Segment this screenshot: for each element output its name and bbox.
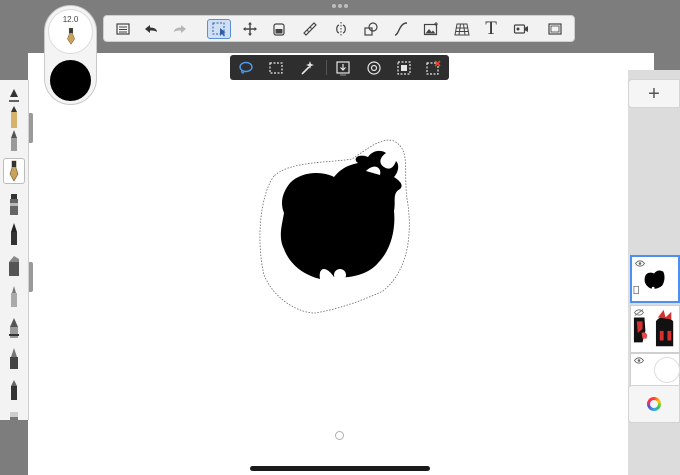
text-icon[interactable]: T (479, 19, 503, 39)
home-indicator[interactable] (250, 466, 430, 471)
symmetry-icon[interactable] (329, 19, 353, 39)
perspective-icon[interactable] (450, 19, 474, 39)
chisel-brush-icon[interactable] (3, 252, 25, 278)
canvas-artwork (259, 139, 410, 314)
wet-brush-icon[interactable] (3, 345, 25, 371)
transform-icon[interactable] (238, 19, 262, 39)
color-editor-button[interactable] (628, 385, 680, 423)
drawing-canvas[interactable] (28, 53, 654, 475)
brush-size-puck[interactable]: 12.0 (48, 9, 93, 54)
divider (326, 60, 327, 75)
curve-icon[interactable] (389, 19, 413, 39)
paste-into-icon[interactable] (332, 58, 354, 77)
layer-characters[interactable] (630, 305, 680, 353)
brush-library-panel (0, 80, 29, 420)
background-color-swatch[interactable] (654, 357, 680, 383)
multitasking-handle[interactable] (332, 4, 348, 8)
selection-icon[interactable] (207, 19, 231, 39)
layer-silhouette[interactable] (630, 255, 680, 303)
video-icon[interactable] (509, 19, 533, 39)
selection-toolbar (230, 55, 449, 80)
color-wheel-icon (647, 397, 661, 411)
rectangle-select-icon[interactable] (265, 58, 287, 77)
airbrush-icon[interactable] (3, 283, 25, 309)
pen-nib-icon (67, 27, 75, 45)
marker-brush-icon[interactable] (3, 191, 25, 217)
layer-thumbnail (633, 309, 674, 347)
magic-wand-icon[interactable] (296, 58, 318, 77)
eraser-brush-icon[interactable] (3, 406, 25, 420)
brush-panel-scroll-indicator-lower[interactable] (29, 262, 33, 292)
layer-thumbnail (633, 270, 665, 295)
redo-icon[interactable] (168, 19, 192, 39)
shapes-icon[interactable] (359, 19, 383, 39)
color-puck[interactable] (50, 60, 91, 101)
brush-size-label: 12.0 (62, 15, 79, 24)
brush-panel-scroll-indicator[interactable] (29, 113, 33, 143)
select-all-icon[interactable] (393, 58, 415, 77)
fill-icon[interactable] (267, 19, 291, 39)
undo-icon[interactable] (139, 19, 163, 39)
add-layer-button[interactable]: + (628, 79, 680, 108)
clear-selection-icon[interactable] (422, 58, 444, 77)
smudge-brush-icon[interactable] (3, 376, 25, 402)
ruler-icon[interactable] (298, 19, 322, 39)
target-icon[interactable] (363, 58, 385, 77)
plus-icon: + (648, 82, 660, 105)
brush-puck[interactable]: 12.0 (44, 5, 97, 105)
canvas-origin-indicator (335, 431, 344, 440)
pen-brush-icon[interactable] (3, 127, 25, 153)
image-icon[interactable] (419, 19, 443, 39)
main-toolbar: T (103, 15, 575, 42)
fullscreen-icon[interactable] (543, 19, 567, 39)
paint-brush-icon[interactable] (3, 314, 25, 340)
lasso-icon[interactable] (235, 58, 257, 77)
lists-icon[interactable] (111, 19, 135, 39)
eye-icon[interactable] (634, 357, 644, 364)
brush-pen-icon[interactable] (3, 221, 25, 247)
ink-pen-brush-icon[interactable] (3, 158, 25, 184)
black-silhouette (280, 150, 402, 279)
